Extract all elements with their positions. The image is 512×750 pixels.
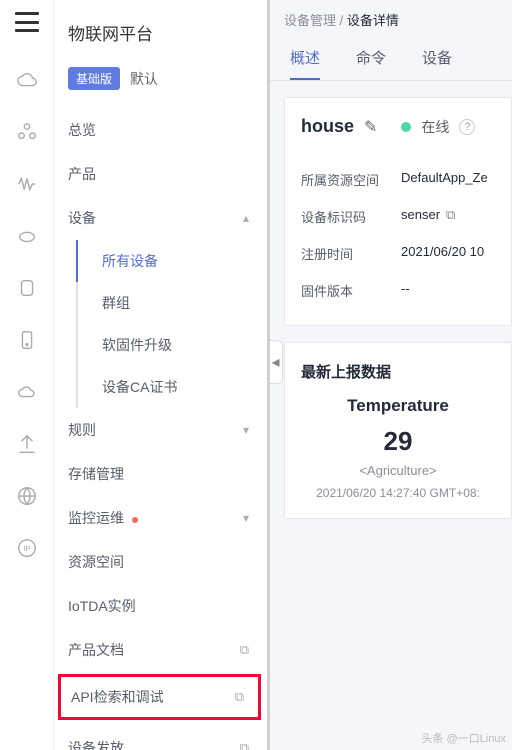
status-dot-icon <box>401 122 411 132</box>
nav-product[interactable]: 产品 <box>54 152 267 196</box>
cloud-icon[interactable] <box>13 66 41 94</box>
row-space: 所属资源空间DefaultApp_Ze <box>301 161 495 198</box>
globe-icon[interactable] <box>13 482 41 510</box>
row-id: 设备标识码senser⧉ <box>301 198 495 235</box>
wave-icon[interactable] <box>13 170 41 198</box>
tag-default[interactable]: 默认 <box>130 69 158 89</box>
chevron-down-icon: ▾ <box>243 423 249 437</box>
chevron-down-icon: ▾ <box>243 511 249 525</box>
tab-command[interactable]: 命令 <box>356 47 386 80</box>
nav-overview[interactable]: 总览 <box>54 108 267 152</box>
nav-cert[interactable]: 设备CA证书 <box>76 366 267 408</box>
nav-monitor[interactable]: 监控运维 ▾ <box>54 496 267 540</box>
device-header: house ✎ 在线 ? <box>301 116 495 137</box>
nav-publish[interactable]: 设备发放⧉ <box>54 726 267 750</box>
nav-firmware[interactable]: 软固件升级 <box>76 324 267 366</box>
report-title: 最新上报数据 <box>301 361 495 382</box>
latest-report-panel: 最新上报数据 Temperature 29 <Agriculture> 2021… <box>284 342 512 519</box>
alert-dot-icon <box>132 517 138 523</box>
nav-resource[interactable]: 资源空间 <box>54 540 267 584</box>
metric-value: 29 <box>301 426 495 457</box>
svg-text:IP: IP <box>23 544 30 553</box>
copy-icon[interactable]: ⧉ <box>446 207 455 222</box>
tab-overview[interactable]: 概述 <box>290 47 320 80</box>
row-fw: 固件版本-- <box>301 272 495 309</box>
tab-more[interactable]: 设备 <box>422 47 452 80</box>
disk-icon[interactable] <box>13 274 41 302</box>
breadcrumb-parent[interactable]: 设备管理 <box>284 13 336 28</box>
edit-icon[interactable]: ✎ <box>364 117 377 137</box>
cloud2-icon[interactable] <box>13 222 41 250</box>
watermark: 头条 @一口Linux <box>421 730 506 746</box>
nav-device-submenu: 所有设备 群组 软固件升级 设备CA证书 <box>54 240 267 408</box>
metric-tag: <Agriculture> <box>301 463 495 478</box>
row-reg: 注册时间2021/06/20 10 <box>301 235 495 272</box>
sidebar: 物联网平台 基础版 默认 总览 产品 设备▴ 所有设备 群组 软固件升级 设备C… <box>54 0 270 750</box>
upload-icon[interactable] <box>13 430 41 458</box>
external-link-icon: ⧉ <box>240 740 249 750</box>
tabs: 概述 命令 设备 <box>270 35 512 81</box>
breadcrumb: 设备管理 / 设备详情 <box>270 0 512 35</box>
chevron-up-icon: ▴ <box>243 211 249 225</box>
tag-basic[interactable]: 基础版 <box>68 67 120 90</box>
help-icon[interactable]: ? <box>459 119 475 135</box>
breadcrumb-current: 设备详情 <box>347 13 399 28</box>
external-link-icon: ⧉ <box>240 642 249 658</box>
nav-api[interactable]: API检索和调试⧉ <box>61 677 258 717</box>
sidebar-title: 物联网平台 <box>54 14 267 67</box>
cloud3-icon[interactable] <box>13 378 41 406</box>
edition-row: 基础版 默认 <box>54 67 267 108</box>
nav-docs[interactable]: 产品文档⧉ <box>54 628 267 672</box>
nav-all-devices[interactable]: 所有设备 <box>76 240 267 282</box>
nav-group[interactable]: 群组 <box>76 282 267 324</box>
main-content: ◂ 设备管理 / 设备详情 概述 命令 设备 house ✎ 在线 ? 所属资源… <box>270 0 512 750</box>
device-info-panel: house ✎ 在线 ? 所属资源空间DefaultApp_Ze 设备标识码se… <box>284 97 512 326</box>
external-link-icon: ⧉ <box>235 689 244 705</box>
device-name: house <box>301 116 354 137</box>
nav-device[interactable]: 设备▴ <box>54 196 267 240</box>
cluster-icon[interactable] <box>13 118 41 146</box>
icon-rail: IP <box>0 0 54 750</box>
nav-iotda[interactable]: IoTDA实例 <box>54 584 267 628</box>
nav-rule[interactable]: 规则▾ <box>54 408 267 452</box>
menu-icon[interactable] <box>15 12 39 32</box>
ip-icon[interactable]: IP <box>13 534 41 562</box>
highlighted-api-item: API检索和调试⧉ <box>58 674 261 720</box>
nav-storage[interactable]: 存储管理 <box>54 452 267 496</box>
collapse-handle[interactable]: ◂ <box>270 340 283 384</box>
metric-time: 2021/06/20 14:27:40 GMT+08: <box>301 486 495 500</box>
metric-name: Temperature <box>301 396 495 416</box>
device-icon[interactable] <box>13 326 41 354</box>
status-text: 在线 <box>421 117 449 137</box>
